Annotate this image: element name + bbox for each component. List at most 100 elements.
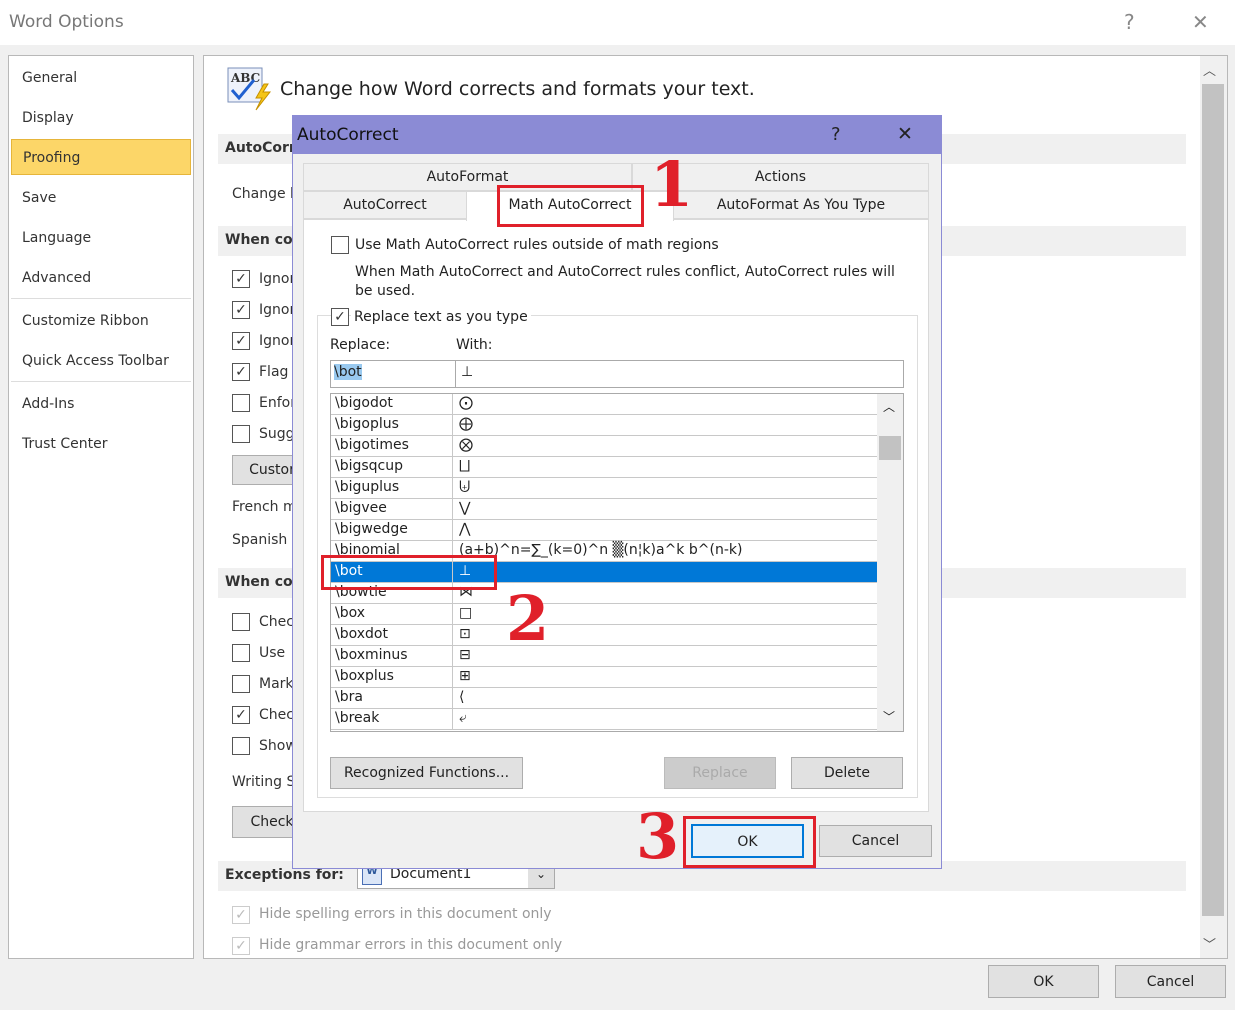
entry-name: \bigoplus	[335, 416, 399, 432]
sidebar: General Display Proofing Save Language A…	[8, 55, 194, 959]
entry-name: \box	[335, 605, 366, 621]
dialog-help-button[interactable]: ?	[831, 124, 841, 145]
help-button[interactable]: ?	[1124, 10, 1135, 34]
checkbox[interactable]: ✓	[232, 332, 250, 350]
dialog-cancel-button[interactable]: Cancel	[819, 825, 932, 857]
entry-name: \break	[335, 710, 380, 726]
with-label: With:	[456, 337, 493, 353]
recognized-functions-button[interactable]: Recognized Functions...	[330, 757, 523, 789]
chevron-down-icon[interactable]: ﹀	[883, 708, 895, 725]
sidebar-item-add-ins[interactable]: Add-Ins	[11, 386, 191, 422]
column-divider	[452, 415, 453, 436]
page-heading: Change how Word corrects and formats you…	[280, 78, 755, 100]
sidebar-item-general[interactable]: General	[11, 60, 191, 96]
list-item[interactable]: \bigwedge ⋀	[331, 520, 877, 541]
checkbox[interactable]	[232, 394, 250, 412]
replace-button[interactable]: Replace	[664, 757, 776, 789]
checkbox[interactable]: ✓	[232, 301, 250, 319]
use-outside-label: Use Math AutoCorrect rules outside of ma…	[355, 237, 719, 253]
list-item[interactable]: \box □	[331, 604, 877, 625]
checkbox-label: Use	[259, 645, 286, 661]
column-divider	[452, 709, 453, 730]
sidebar-item-customize-ribbon[interactable]: Customize Ribbon	[11, 303, 191, 339]
checkbox-label: Sugg	[259, 426, 295, 442]
chevron-up-icon[interactable]: ︿	[1203, 60, 1216, 79]
list-item[interactable]: \bigodot ⨀	[331, 394, 877, 415]
chevron-down-icon[interactable]: ﹀	[1203, 934, 1216, 953]
list-item[interactable]: \bigvee ⋁	[331, 499, 877, 520]
checkbox[interactable]	[232, 644, 250, 662]
column-divider	[452, 604, 453, 625]
hide-spelling-label: Hide spelling errors in this document on…	[259, 906, 552, 922]
checkbox[interactable]: ✓	[232, 706, 250, 724]
sidebar-item-proofing[interactable]: Proofing	[11, 139, 191, 175]
entry-symbol: ⤶	[459, 710, 467, 726]
sidebar-item-quick-access-toolbar[interactable]: Quick Access Toolbar	[11, 343, 191, 379]
entry-symbol: □	[459, 605, 473, 621]
entry-symbol: ⊟	[459, 647, 471, 663]
exceptions-label: Exceptions for:	[225, 867, 344, 883]
checkbox[interactable]	[232, 425, 250, 443]
sidebar-item-advanced[interactable]: Advanced	[11, 260, 191, 296]
sidebar-item-display[interactable]: Display	[11, 100, 191, 136]
sidebar-item-trust-center[interactable]: Trust Center	[11, 426, 191, 462]
list-item[interactable]: \break ⤶	[331, 709, 877, 730]
dialog-title: AutoCorrect	[297, 125, 399, 145]
replace-input[interactable]: \bot	[330, 360, 456, 388]
entry-symbol: ⟨	[459, 689, 465, 705]
checkbox[interactable]: ✓	[232, 270, 250, 288]
list-item[interactable]: \biguplus ⨄	[331, 478, 877, 499]
entry-name: \bigotimes	[335, 437, 409, 453]
checkbox[interactable]: ✓	[232, 937, 250, 955]
tab-autoformat-as-you-type[interactable]: AutoFormat As You Type	[673, 191, 929, 219]
divider	[11, 298, 191, 299]
list-item[interactable]: \bigoplus ⨁	[331, 415, 877, 436]
checkbox[interactable]	[232, 675, 250, 693]
checkbox-label: Enfor	[259, 395, 296, 411]
list-item[interactable]: \bigotimes ⨂	[331, 436, 877, 457]
options-ok-button[interactable]: OK	[988, 965, 1099, 998]
with-input[interactable]: ⊥	[455, 360, 904, 388]
scrollbar[interactable]: ︿ ﹀	[1200, 56, 1227, 958]
replace-as-type-checkbox[interactable]: ✓	[331, 308, 349, 326]
checkbox[interactable]	[232, 737, 250, 755]
list-item[interactable]: \boxplus ⊞	[331, 667, 877, 688]
list-item[interactable]: \bra ⟨	[331, 688, 877, 709]
change-text: Change h	[232, 186, 299, 202]
entry-name: \bra	[335, 689, 363, 705]
options-cancel-button[interactable]: Cancel	[1115, 965, 1226, 998]
use-outside-checkbox[interactable]	[331, 236, 349, 254]
list-item[interactable]: \boxminus ⊟	[331, 646, 877, 667]
entry-name: \bigsqcup	[335, 458, 404, 474]
list-item[interactable]: \bigsqcup ⨆	[331, 457, 877, 478]
checkbox[interactable]: ✓	[232, 906, 250, 924]
sidebar-item-language[interactable]: Language	[11, 220, 191, 256]
entry-symbol: (a+b)^n=∑_(k=0)^n ▒(n¦k)a^k b^(n-k)	[459, 542, 743, 558]
column-divider	[452, 499, 453, 520]
annotation-number-3: 3	[636, 800, 680, 873]
chevron-up-icon[interactable]: ︿	[883, 398, 895, 415]
column-divider	[452, 436, 453, 457]
tab-autocorrect[interactable]: AutoCorrect	[303, 191, 467, 219]
scrollbar-thumb[interactable]	[1202, 84, 1224, 916]
annotation-box-3	[683, 816, 816, 868]
checkbox[interactable]	[232, 613, 250, 631]
close-button[interactable]: ✕	[1192, 10, 1209, 34]
entry-name: \boxminus	[335, 647, 408, 663]
checkbox-label: Mark	[259, 676, 294, 692]
column-divider	[452, 478, 453, 499]
replace-as-type-label: Replace text as you type	[351, 309, 531, 325]
dialog-title-bar: AutoCorrect ? ✕	[293, 116, 941, 154]
column-divider	[452, 688, 453, 709]
entry-name: \bigwedge	[335, 521, 408, 537]
dialog-close-button[interactable]: ✕	[897, 123, 913, 145]
hide-grammar-label: Hide grammar errors in this document onl…	[259, 937, 563, 953]
list-scrollbar[interactable]: ︿ ﹀	[877, 394, 903, 731]
sidebar-item-save[interactable]: Save	[11, 180, 191, 216]
annotation-box-2	[321, 555, 497, 590]
delete-button[interactable]: Delete	[791, 757, 903, 789]
checkbox[interactable]: ✓	[232, 363, 250, 381]
list-scrollbar-thumb[interactable]	[879, 436, 901, 460]
list-item[interactable]: \boxdot ⊡	[331, 625, 877, 646]
checkbox-label: Chec	[259, 707, 294, 723]
